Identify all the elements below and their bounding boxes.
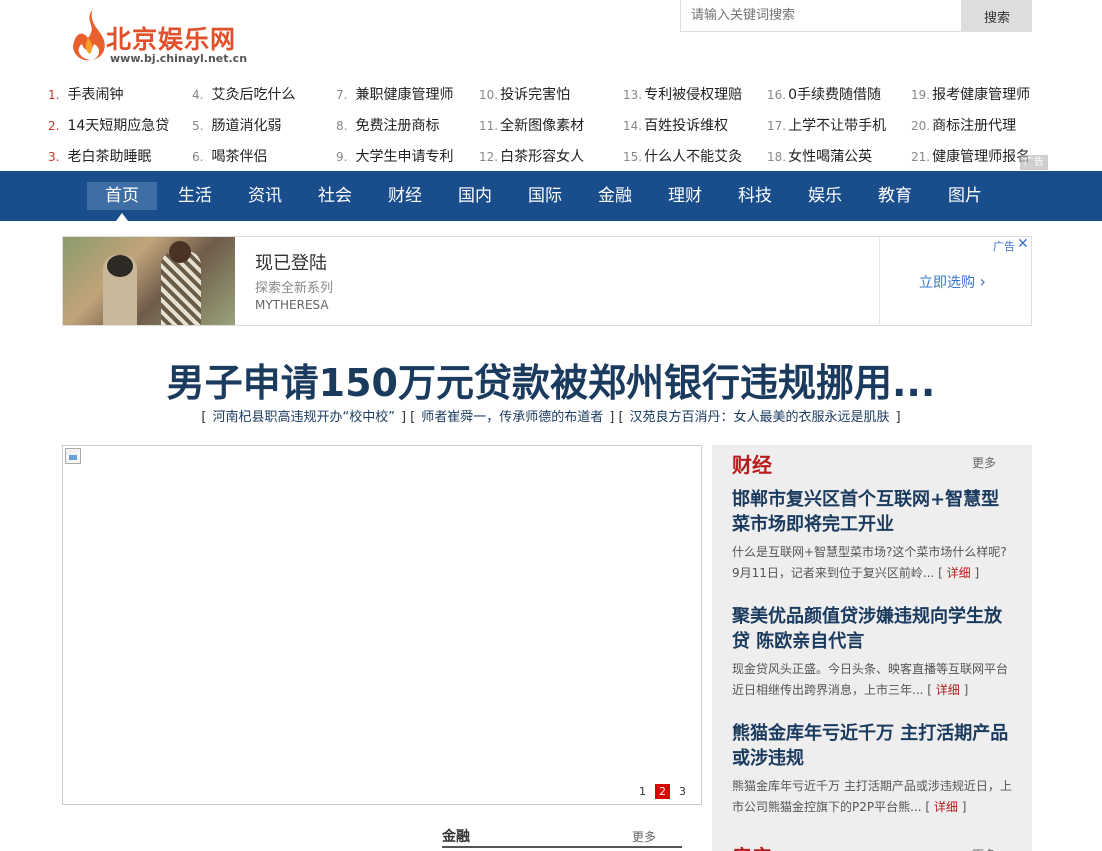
sublink[interactable]: 河南杞县职高违规开办“校中校” [212, 410, 394, 425]
news-desc: 现金贷风头正盛。今日头条、映客直播等互联网平台近日相继传出跨界消息，上市三年..… [732, 662, 1009, 697]
slider-dot[interactable]: 3 [675, 784, 690, 799]
more-link[interactable]: 更多 [972, 846, 996, 851]
detail-link[interactable]: 详细 [947, 566, 971, 580]
slider-dot-active[interactable]: 2 [655, 784, 670, 799]
ad-cta-button[interactable]: 立即选购 › [919, 272, 986, 292]
hot-keyword[interactable]: 2. 14天短期应急贷 [48, 115, 169, 135]
hot-keyword[interactable]: 7. 兼职健康管理师 [336, 84, 453, 104]
news-title[interactable]: 熊猫金库年亏近千万 主打活期产品或涉违规 [732, 721, 1014, 771]
hot-keyword[interactable]: 11. 全新图像素材 [479, 115, 584, 135]
nav-life[interactable]: 生活 [160, 171, 230, 221]
ad-subtitle: 探索全新系列 [255, 281, 334, 296]
hot-keyword[interactable]: 8. 免费注册商标 [336, 115, 439, 135]
hot-keyword[interactable]: 13. 专利被侵权理赔 [623, 84, 742, 104]
search-button[interactable]: 搜索 [962, 0, 1032, 32]
hot-keyword[interactable]: 3. 老白茶助睡眠 [48, 146, 151, 166]
hot-keyword[interactable]: 12. 白茶形容女人 [479, 146, 584, 166]
sublink[interactable]: 师者崔舜一，传承师德的布道者 [421, 410, 603, 425]
detail-link[interactable]: 详细 [934, 800, 958, 814]
ad-divider [879, 237, 880, 325]
news-title[interactable]: 聚美优品颜值贷涉嫌违规向学生放贷 陈欧亲自代言 [732, 604, 1014, 654]
hot-keyword[interactable]: 15. 什么人不能艾灸 [623, 146, 742, 166]
news-title[interactable]: 邯郸市复兴区首个互联网+智慧型菜市场即将完工开业 [732, 487, 1014, 537]
nav-home[interactable]: 首页 [87, 182, 157, 210]
hot-keyword[interactable]: 21. 健康管理师报名 [911, 146, 1030, 166]
close-icon[interactable]: ✕ [1017, 236, 1029, 252]
nav-active-caret [116, 213, 128, 221]
hot-keyword[interactable]: 18. 女性喝蒲公英 [767, 146, 872, 166]
site-logo[interactable]: 北京娱乐网 www.bj.chinayl.net.cn [62, 8, 267, 68]
sublink[interactable]: 汉苑良方百消丹：女人最美的衣服永远是肌肤 [630, 410, 890, 425]
news-desc: 熊猫金库年亏近千万 主打活期产品或涉违规近日，上市公司熊猫金控旗下的P2P平台熊… [732, 779, 1012, 814]
ad-image [63, 237, 235, 325]
news-item: 邯郸市复兴区首个互联网+智慧型菜市场即将完工开业 什么是互联网+智慧型菜市场?这… [732, 487, 1014, 584]
nav-domestic[interactable]: 国内 [440, 171, 510, 221]
news-item: 聚美优品颜值贷涉嫌违规向学生放贷 陈欧亲自代言 现金贷风头正盛。今日头条、映客直… [732, 604, 1014, 701]
ad-banner[interactable]: 现已登陆 探索全新系列 MYTHERESA 立即选购 › 广告 ✕ [62, 236, 1032, 326]
news-item: 熊猫金库年亏近千万 主打活期产品或涉违规 熊猫金库年亏近千万 主打活期产品或涉违… [732, 721, 1014, 818]
section-title[interactable]: 金融 [442, 826, 470, 846]
broken-image-icon [65, 448, 81, 464]
hot-keyword[interactable]: 19. 报考健康管理师 [911, 84, 1030, 104]
side-finance-panel: 财经 更多 邯郸市复兴区首个互联网+智慧型菜市场即将完工开业 什么是互联网+智慧… [712, 445, 1032, 851]
hot-keyword[interactable]: 17. 上学不让带手机 [767, 115, 886, 135]
detail-link[interactable]: 详细 [936, 683, 960, 697]
ad-label: 广告 [993, 240, 1015, 253]
ad-brand: MYTHERESA [255, 298, 329, 312]
section-title[interactable]: 财经 [732, 449, 772, 478]
ad-figure [169, 241, 191, 263]
slider-dot[interactable]: 1 [635, 784, 650, 799]
finance-section-header: 金融 更多 [442, 826, 682, 848]
hot-keyword[interactable]: 5. 肠道消化弱 [192, 115, 281, 135]
nav-tech[interactable]: 科技 [720, 171, 790, 221]
section-title[interactable]: 房产 [732, 841, 772, 851]
hot-keyword[interactable]: 10. 投诉完害怕 [479, 84, 570, 104]
nav-banking[interactable]: 金融 [580, 171, 650, 221]
hot-keyword[interactable]: 6. 喝茶伴侣 [192, 146, 267, 166]
search-input[interactable] [680, 0, 962, 32]
nav-international[interactable]: 国际 [510, 171, 580, 221]
headline-sublinks: [河南杞县职高违规开办“校中校”] [师者崔舜一，传承师德的布道者] [汉苑良方… [201, 410, 901, 425]
hot-keyword[interactable]: 14. 百姓投诉维权 [623, 115, 728, 135]
hot-keyword[interactable]: 4. 艾灸后吃什么 [192, 84, 295, 104]
nav-wealth[interactable]: 理财 [650, 171, 720, 221]
page-headline[interactable]: 男子申请150万元贷款被郑州银行违规挪用... [0, 352, 1102, 407]
ad-figure [107, 255, 133, 277]
hot-keyword[interactable]: 1. 手表闹钟 [48, 84, 123, 104]
news-desc: 什么是互联网+智慧型菜市场?这个菜市场什么样呢?9月11日，记者来到位于复兴区前… [732, 545, 1007, 580]
more-link[interactable]: 更多 [972, 454, 996, 471]
logo-url: www.bj.chinayl.net.cn [110, 52, 248, 65]
ad-mark: 广告 [1020, 155, 1048, 170]
flame-logo-icon [73, 10, 105, 61]
image-slider[interactable]: 123 [62, 445, 702, 805]
chevron-right-icon: › [979, 272, 986, 291]
slider-dots: 123 [635, 780, 695, 799]
hot-keyword[interactable]: 20. 商标注册代理 [911, 115, 1016, 135]
logo-text: 北京娱乐网 [106, 25, 237, 54]
hot-keyword[interactable]: 16. 0手续费随借随 [767, 84, 881, 104]
hot-keyword[interactable]: 9. 大学生申请专利 [336, 146, 453, 166]
nav-info[interactable]: 资讯 [230, 171, 300, 221]
nav-education[interactable]: 教育 [860, 171, 930, 221]
main-nav: 首页 生活 资讯 社会 财经 国内 国际 金融 理财 科技 娱乐 教育 图片 [0, 171, 1102, 221]
nav-society[interactable]: 社会 [300, 171, 370, 221]
nav-entertainment[interactable]: 娱乐 [790, 171, 860, 221]
nav-finance[interactable]: 财经 [370, 171, 440, 221]
nav-pictures[interactable]: 图片 [930, 171, 1000, 221]
ad-title: 现已登陆 [255, 253, 327, 274]
more-link[interactable]: 更多 [632, 828, 656, 845]
